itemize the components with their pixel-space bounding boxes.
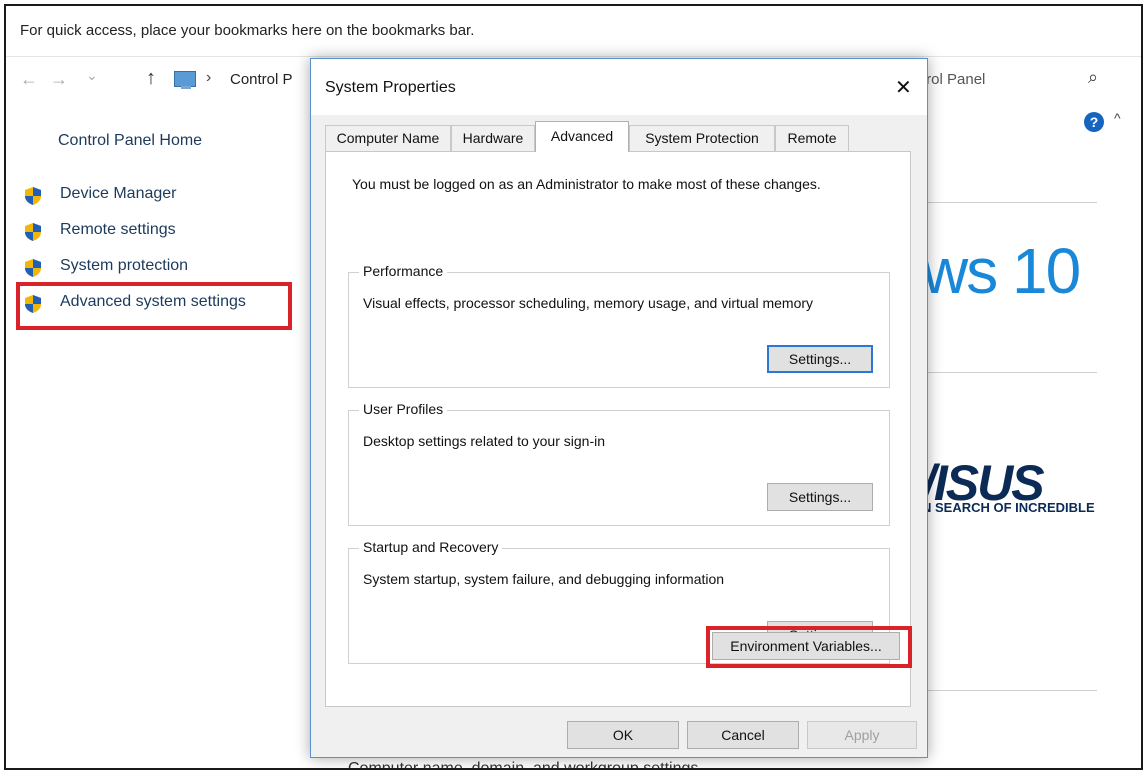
sidebar-item-label: Device Manager — [60, 185, 177, 202]
search-input[interactable]: trol Panel — [922, 71, 985, 88]
shield-icon — [25, 223, 41, 241]
shield-icon — [25, 259, 41, 277]
recent-dropdown-icon[interactable]: ⌄ — [86, 67, 98, 84]
highlight-box-advanced-settings — [16, 282, 292, 330]
computer-name-section-label: Computer name, domain, and workgroup set… — [348, 760, 699, 770]
group-title: User Profiles — [359, 401, 448, 417]
tab-advanced[interactable]: Advanced — [535, 121, 629, 152]
scroll-up-icon[interactable]: ^ — [1114, 110, 1121, 126]
tab-system-protection[interactable]: System Protection — [629, 125, 775, 151]
group-description: Desktop settings related to your sign-in — [363, 433, 606, 449]
help-icon[interactable]: ? — [1084, 112, 1104, 132]
right-scroll-area — [1102, 106, 1141, 768]
computer-icon — [174, 71, 196, 89]
tab-remote[interactable]: Remote — [775, 125, 849, 151]
cancel-button[interactable]: Cancel — [687, 721, 799, 749]
bookmarks-hint: For quick access, place your bookmarks h… — [20, 22, 475, 39]
administrator-note: You must be logged on as an Administrato… — [352, 176, 821, 192]
dialog-title: System Properties — [325, 79, 456, 96]
ok-button[interactable]: OK — [567, 721, 679, 749]
shield-icon — [25, 187, 41, 205]
section-divider — [922, 202, 1097, 203]
screen-frame: For quick access, place your bookmarks h… — [4, 4, 1143, 770]
breadcrumb-control-panel[interactable]: Control P — [230, 71, 293, 88]
user-profiles-group: User Profiles Desktop settings related t… — [348, 401, 890, 526]
dialog-titlebar[interactable]: System Properties ✕ — [311, 59, 927, 115]
advanced-tab-panel: You must be logged on as an Administrato… — [325, 151, 912, 707]
asus-tagline: N SEARCH OF INCREDIBLE — [922, 500, 1095, 515]
group-title: Performance — [359, 263, 448, 279]
up-arrow-icon[interactable]: ↑ — [146, 67, 156, 90]
performance-group: Performance Visual effects, processor sc… — [348, 263, 890, 388]
search-icon[interactable]: ⌕ — [1088, 67, 1098, 88]
bookmarks-bar: For quick access, place your bookmarks h… — [6, 6, 1141, 57]
close-icon[interactable]: ✕ — [895, 75, 912, 100]
sidebar-control-panel-home[interactable]: Control Panel Home — [58, 132, 202, 150]
group-title: Startup and Recovery — [359, 539, 503, 555]
user-profiles-settings-button[interactable]: Settings... — [767, 483, 873, 511]
group-description: System startup, system failure, and debu… — [363, 571, 725, 587]
chevron-right-icon: › — [206, 69, 212, 86]
forward-arrow-icon[interactable]: → — [50, 69, 68, 90]
sidebar-item-label: Remote settings — [60, 221, 176, 238]
group-description: Visual effects, processor scheduling, me… — [363, 295, 814, 311]
windows-10-logo-text: ws 10 — [922, 235, 1081, 307]
back-arrow-icon[interactable]: ← — [20, 69, 38, 90]
system-properties-dialog: System Properties ✕ Computer Name Hardwa… — [310, 58, 928, 758]
tab-computer-name[interactable]: Computer Name — [325, 125, 451, 151]
tab-hardware[interactable]: Hardware — [451, 125, 535, 151]
section-divider — [922, 690, 1097, 691]
sidebar-item-label: System protection — [60, 257, 189, 274]
performance-settings-button[interactable]: Settings... — [767, 345, 873, 373]
apply-button[interactable]: Apply — [807, 721, 917, 749]
highlight-box-environment-variables — [706, 626, 912, 668]
section-divider — [922, 372, 1097, 373]
